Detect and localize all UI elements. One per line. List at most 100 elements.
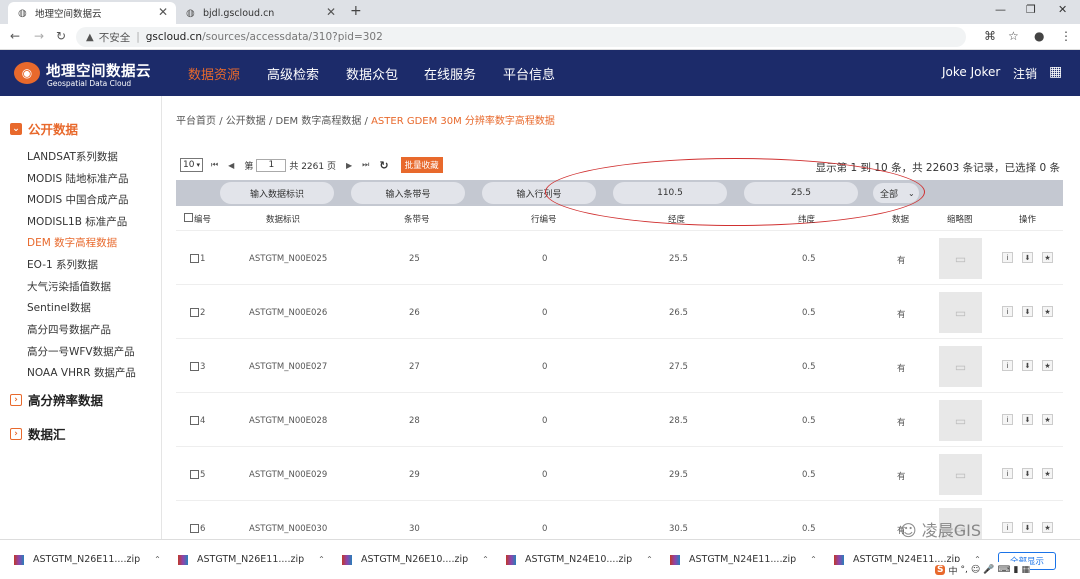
download-icon[interactable]: ⬇ [1022,522,1033,533]
info-icon[interactable]: i [1002,468,1013,479]
minimize-icon[interactable]: — [995,3,1006,16]
close-icon[interactable]: ✕ [158,5,168,19]
page-number-input[interactable]: 1 [256,158,287,172]
favorite-star-icon[interactable]: ★ [1042,360,1053,371]
chevron-up-icon[interactable]: ⌃ [646,555,653,564]
star-icon[interactable]: ☆ [1008,29,1019,43]
download-item[interactable]: ASTGTM_N24E11....zip ⌃ [670,554,817,565]
breadcrumb: 平台首页 / 公开数据 / DEM 数字高程数据 / ASTER GDEM 30… [176,112,555,127]
sidebar-item-gf4[interactable]: 高分四号数据产品 [27,322,111,337]
sidebar-item-sentinel[interactable]: Sentinel数据 [27,300,91,315]
thumbnail[interactable]: ▭ [939,238,982,279]
breadcrumb-home[interactable]: 平台首页 [176,116,216,127]
download-item[interactable]: ASTGTM_N26E10....zip ⌃ [342,554,489,565]
download-item[interactable]: ASTGTM_N24E10....zip ⌃ [506,554,653,565]
row-checkbox[interactable] [190,362,199,371]
favorite-star-icon[interactable]: ★ [1042,468,1053,479]
info-icon[interactable]: i [1002,414,1013,425]
tab-gscloud[interactable]: ◍ 地理空间数据云 ✕ [8,2,176,24]
category-public-data[interactable]: ⌄ 公开数据 [10,119,78,138]
download-icon[interactable]: ⬇ [1022,306,1033,317]
thumbnail[interactable]: ▭ [939,400,982,441]
strip-number-input[interactable]: 输入条带号 [351,182,465,204]
breadcrumb-dem[interactable]: DEM 数字高程数据 [276,116,362,127]
back-icon[interactable]: ← [10,29,20,43]
next-page-icon[interactable]: ▶ [346,161,352,170]
select-all-checkbox[interactable] [184,213,193,222]
download-icon[interactable]: ⬇ [1022,252,1033,263]
user-name[interactable]: Joke Joker [942,65,1000,79]
chevron-up-icon[interactable]: ⌃ [318,555,325,564]
download-item[interactable]: ASTGTM_N26E11....zip ⌃ [14,554,161,565]
tab-bjdl[interactable]: ◍ bjdl.gscloud.cn ✕ [176,2,344,24]
close-icon[interactable]: ✕ [326,5,336,19]
ime-mode[interactable]: 中 [948,564,957,577]
refresh-icon[interactable]: ↻ [379,159,388,172]
download-icon[interactable]: ⬇ [1022,414,1033,425]
nav-data-resources[interactable]: 数据资源 [188,64,240,83]
logout-link[interactable]: 注销 [1013,65,1037,82]
download-item[interactable]: ASTGTM_N26E11....zip ⌃ [178,554,325,565]
info-icon[interactable]: i [1002,360,1013,371]
thumbnail[interactable]: ▭ [939,292,982,333]
nav-crowdsourcing[interactable]: 数据众包 [346,64,398,83]
watermark: ☺ 凌晨GIS [900,517,981,541]
row-checkbox[interactable] [190,470,199,479]
category-high-resolution[interactable]: › 高分辨率数据 [10,390,103,409]
thumbnail[interactable]: ▭ [939,346,982,387]
nav-platform-info[interactable]: 平台信息 [503,64,555,83]
url-field[interactable]: ▲ 不安全 | gscloud.cn /sources/accessdata/3… [76,27,966,47]
chevron-up-icon[interactable]: ⌃ [482,555,489,564]
chevron-up-icon[interactable]: ⌃ [154,555,161,564]
last-page-icon[interactable]: ⏭ [362,160,369,170]
profile-icon[interactable]: ● [1034,29,1044,43]
breadcrumb-public-data[interactable]: 公开数据 [226,116,266,127]
favorite-star-icon[interactable]: ★ [1042,252,1053,263]
sidebar-item-modis-land[interactable]: MODIS 陆地标准产品 [27,171,129,186]
nav-advanced-search[interactable]: 高级检索 [267,64,319,83]
punctuation-icon[interactable]: °, [961,565,968,575]
sidebar-item-modisl1b[interactable]: MODISL1B 标准产品 [27,214,127,229]
translate-icon[interactable]: ⌘ [984,29,996,43]
info-icon[interactable]: i [1002,306,1013,317]
new-tab-icon[interactable]: + [350,3,362,19]
restore-icon[interactable]: ❐ [1026,3,1036,16]
sidebar-item-air-pollution[interactable]: 大气污染插值数据 [27,279,111,294]
skin-icon[interactable]: ▮ [1013,565,1018,575]
row-checkbox[interactable] [190,254,199,263]
sidebar-item-modis-china[interactable]: MODIS 中国合成产品 [27,192,129,207]
batch-collect-button[interactable]: 批量收藏 [400,157,443,173]
favorite-star-icon[interactable]: ★ [1042,306,1053,317]
chevron-up-icon[interactable]: ⌃ [810,555,817,564]
sidebar-item-eo1[interactable]: EO-1 系列数据 [27,257,98,272]
favorite-star-icon[interactable]: ★ [1042,522,1053,533]
toolbox-icon[interactable]: ▦ [1021,565,1030,575]
sidebar-item-gf1-wfv[interactable]: 高分一号WFV数据产品 [27,344,135,359]
menu-dots-icon[interactable]: ⋮ [1060,29,1072,43]
prev-page-icon[interactable]: ◀ [228,161,234,170]
emoji-icon[interactable]: ☺ [971,565,980,575]
data-id-input[interactable]: 输入数据标识 [220,182,334,204]
qr-code-icon[interactable]: ▦ [1049,64,1065,80]
forward-icon[interactable]: → [34,29,44,43]
row-checkbox[interactable] [190,416,199,425]
category-data-hub[interactable]: › 数据汇 [10,424,66,443]
row-checkbox[interactable] [190,308,199,317]
window-close-icon[interactable]: ✕ [1058,3,1067,16]
mic-icon[interactable]: 🎤 [983,565,994,575]
reload-icon[interactable]: ↻ [56,29,66,43]
download-icon[interactable]: ⬇ [1022,360,1033,371]
sidebar-item-noaa[interactable]: NOAA VHRR 数据产品 [27,365,136,380]
first-page-icon[interactable]: ⏮ [211,160,218,170]
thumbnail[interactable]: ▭ [939,454,982,495]
info-icon[interactable]: i [1002,252,1013,263]
nav-online-services[interactable]: 在线服务 [424,64,476,83]
info-icon[interactable]: i [1002,522,1013,533]
download-icon[interactable]: ⬇ [1022,468,1033,479]
sidebar-item-dem[interactable]: DEM 数字高程数据 [27,235,117,250]
favorite-star-icon[interactable]: ★ [1042,414,1053,425]
page-size-select[interactable]: 10 ▾ [180,158,203,172]
keyboard-icon[interactable]: ⌨ [997,565,1010,575]
sidebar-item-landsat[interactable]: LANDSAT系列数据 [27,149,118,164]
row-checkbox[interactable] [190,524,199,533]
